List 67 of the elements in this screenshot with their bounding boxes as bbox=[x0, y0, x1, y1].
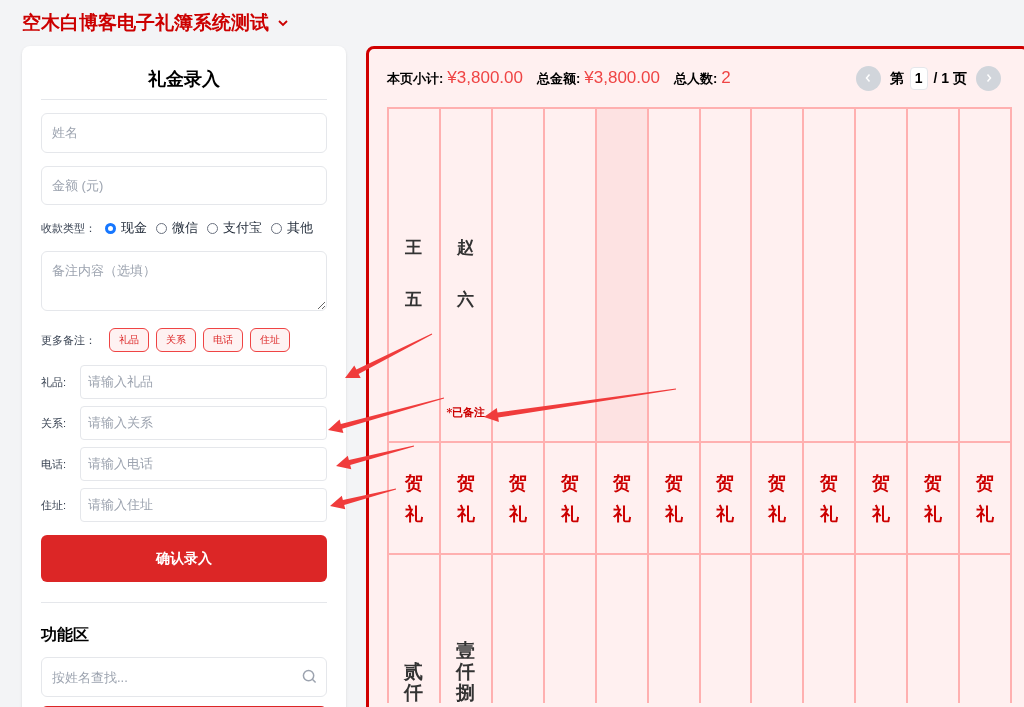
page-prefix: 第 bbox=[889, 68, 904, 88]
note-field[interactable]: 备注内容（选填） bbox=[41, 251, 327, 311]
ledger-column[interactable]: 贺礼 bbox=[804, 109, 857, 703]
gift-label: 贺礼 bbox=[404, 471, 423, 526]
field-label: 电话: bbox=[41, 456, 68, 472]
summary-value: 2 bbox=[721, 67, 731, 90]
note-tag-button[interactable]: 电话 bbox=[203, 327, 243, 352]
detail-field[interactable]: 请输入礼品 bbox=[80, 364, 327, 399]
gift-label: 贺礼 bbox=[612, 471, 631, 526]
gift-label: 贺礼 bbox=[716, 471, 735, 526]
gift-label: 贺礼 bbox=[820, 471, 839, 526]
detail-field[interactable]: 请输入关系 bbox=[80, 405, 327, 440]
submit-button[interactable]: 确认录入 bbox=[41, 534, 327, 583]
app-title: 空木白博客电子礼簿系统测试 bbox=[22, 10, 269, 35]
next-page-button[interactable] bbox=[976, 65, 1001, 91]
form-heading: 礼金录入 bbox=[148, 69, 220, 89]
field-label: 住址: bbox=[41, 497, 68, 513]
note-tag-button[interactable]: 礼品 bbox=[109, 327, 149, 352]
search-field[interactable]: 按姓名查找... bbox=[41, 657, 327, 698]
detail-field[interactable]: 请输入住址 bbox=[80, 487, 327, 522]
summary-label: 本页小计: bbox=[387, 70, 444, 89]
ledger-column[interactable]: 贺礼 bbox=[700, 109, 753, 703]
note-tag-button[interactable]: 关系 bbox=[156, 327, 196, 352]
ledger-column[interactable]: 贺礼 bbox=[960, 109, 1013, 703]
guest-name: 王五 bbox=[405, 236, 423, 311]
detail-field[interactable]: 请输入电话 bbox=[80, 446, 327, 481]
gift-amount: 壹仟捌 bbox=[456, 640, 476, 703]
more-notes-label: 更多备注： bbox=[41, 332, 96, 348]
ledger-column[interactable]: 贺礼 bbox=[648, 109, 701, 703]
gift-label: 贺礼 bbox=[976, 471, 995, 526]
summary-value: ¥3,800.00 bbox=[584, 67, 660, 90]
tools-heading: 功能区 bbox=[41, 625, 90, 646]
annotation-arrow bbox=[330, 488, 397, 510]
gift-label: 贺礼 bbox=[664, 471, 683, 526]
amount-field[interactable]: 金额 (元) bbox=[41, 165, 327, 206]
gift-label: 贺礼 bbox=[924, 471, 943, 526]
payment-radio[interactable]: 支付宝 bbox=[207, 218, 262, 238]
gift-label: 贺礼 bbox=[456, 471, 475, 526]
gift-amount: 贰仟 bbox=[404, 661, 424, 703]
summary-label: 总人数: bbox=[673, 70, 718, 89]
note-marker: *已备注 bbox=[446, 404, 486, 421]
field-label: 关系: bbox=[41, 415, 68, 431]
payment-type-label: 收款类型： bbox=[41, 220, 96, 236]
search-icon[interactable] bbox=[302, 669, 317, 685]
note-tag-button[interactable]: 住址 bbox=[250, 327, 290, 352]
gift-label: 贺礼 bbox=[508, 471, 527, 526]
page-total: / 1 页 bbox=[933, 68, 967, 88]
ledger-column[interactable]: 贺礼 bbox=[908, 109, 961, 703]
gift-label: 贺礼 bbox=[768, 471, 787, 526]
field-label: 礼品: bbox=[41, 374, 68, 390]
ledger-column[interactable]: 贺礼 bbox=[856, 109, 909, 703]
summary-value: ¥3,800.00 bbox=[447, 67, 523, 90]
summary-label: 总金额: bbox=[537, 70, 581, 89]
name-field[interactable]: 姓名 bbox=[41, 113, 327, 153]
payment-radio[interactable]: 其他 bbox=[271, 218, 313, 238]
previous-page-button[interactable] bbox=[855, 65, 881, 91]
guest-name: 赵六 bbox=[457, 236, 475, 311]
page-number-field[interactable]: 1 bbox=[909, 66, 928, 90]
payment-radio[interactable]: 现金 bbox=[105, 218, 147, 238]
payment-radio[interactable]: 微信 bbox=[156, 218, 198, 238]
chevron-right-icon bbox=[984, 73, 993, 83]
chevron-left-icon bbox=[864, 73, 873, 83]
ledger-column[interactable]: 贺礼 bbox=[752, 109, 805, 703]
chevron-down-icon[interactable] bbox=[277, 19, 289, 27]
ledger-column[interactable]: 赵六 *已备注 贺礼 壹仟捌 bbox=[440, 109, 493, 703]
gift-label: 贺礼 bbox=[872, 471, 891, 526]
gift-label: 贺礼 bbox=[560, 471, 579, 526]
